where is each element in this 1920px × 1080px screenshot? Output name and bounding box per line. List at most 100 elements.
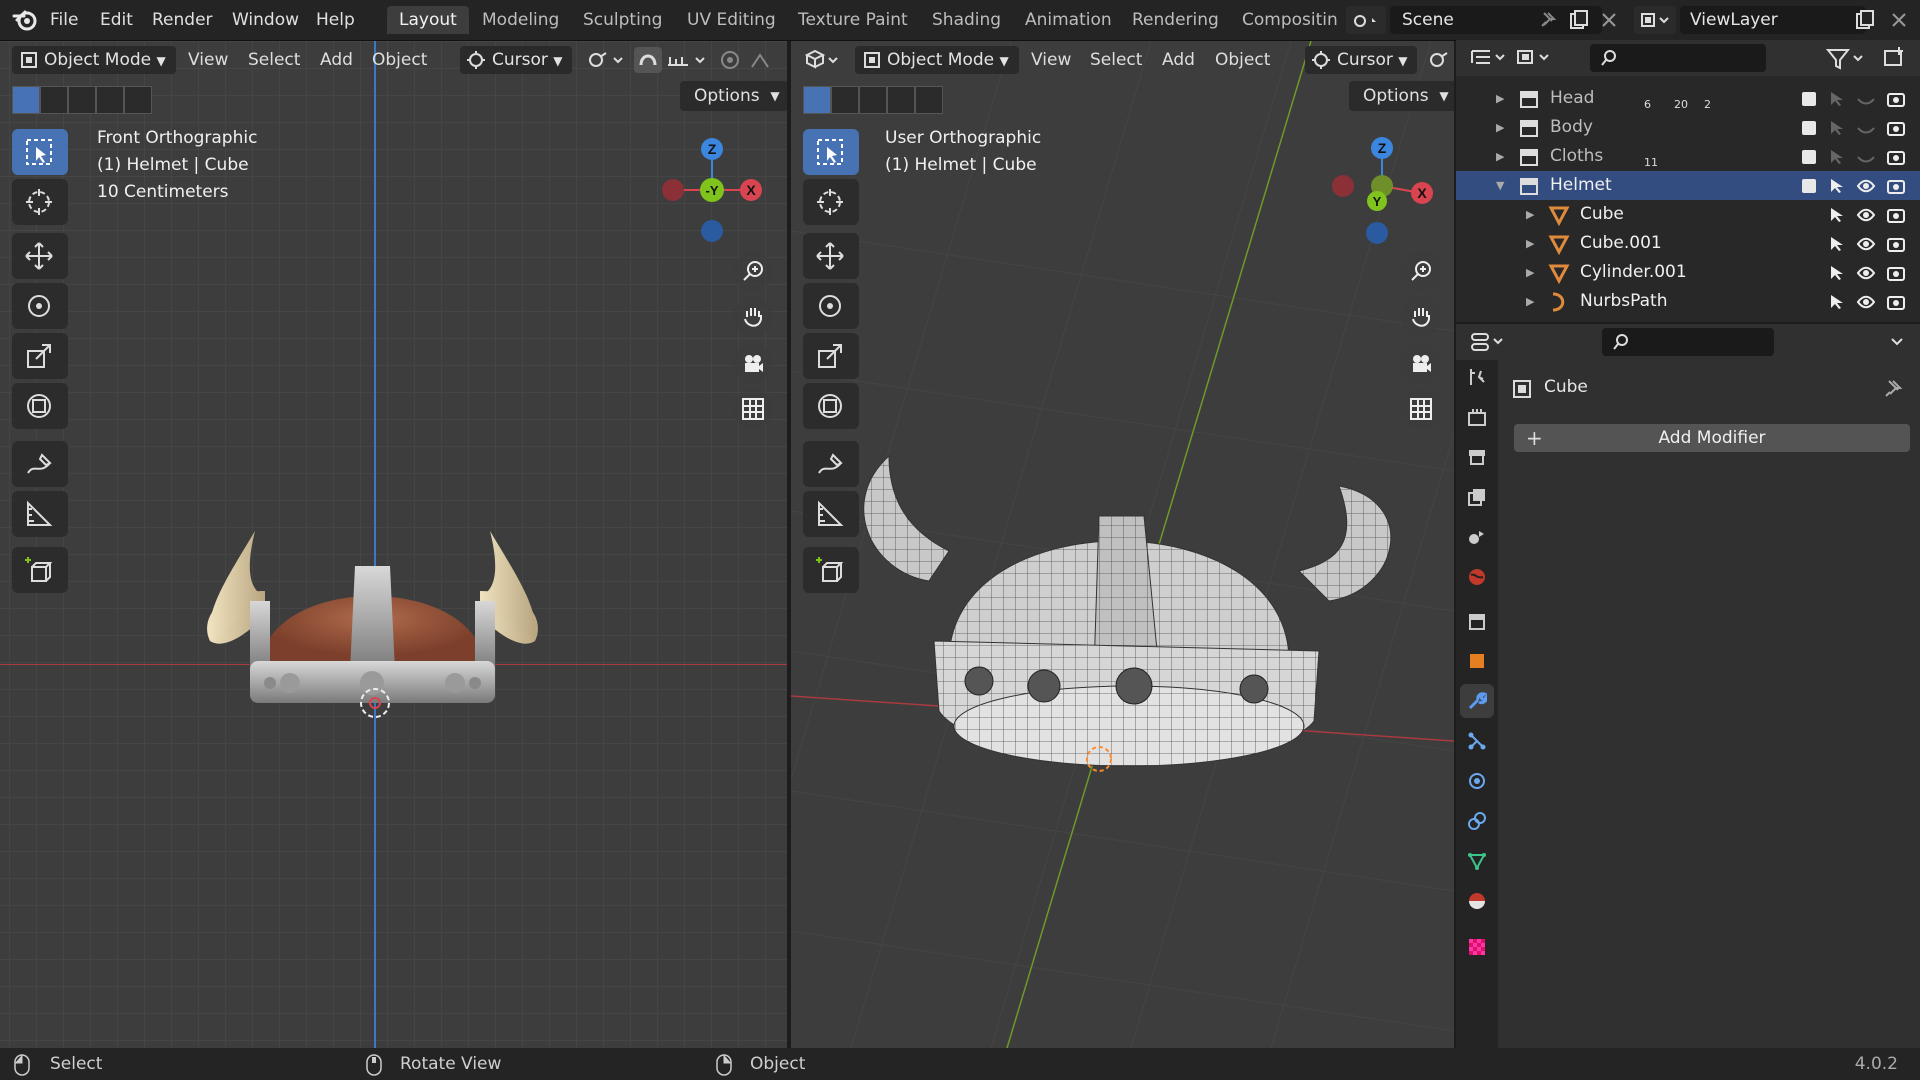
render-camera-icon[interactable]	[1886, 119, 1906, 137]
rotate-tool[interactable]	[12, 283, 68, 329]
visibility-eye-icon[interactable]	[1856, 235, 1876, 253]
expanded-triangle-icon[interactable]: ▼	[1496, 171, 1504, 200]
tab-modifiers[interactable]	[1460, 684, 1494, 718]
tab-view-layer[interactable]	[1460, 480, 1494, 514]
selectable-arrow-icon[interactable]	[1828, 90, 1846, 108]
render-camera-icon[interactable]	[1886, 264, 1906, 282]
gizmo-neg-z-handle[interactable]	[701, 220, 723, 242]
select-mode-difference-button[interactable]	[887, 86, 915, 114]
gizmo-neg-x-handle[interactable]	[662, 179, 684, 201]
add-cube-tool[interactable]	[803, 547, 859, 593]
perspective-toggle-button[interactable]	[733, 389, 773, 429]
tab-collection[interactable]	[1460, 604, 1494, 638]
selectable-arrow-icon[interactable]	[1828, 235, 1846, 253]
camera-view-button[interactable]	[1401, 343, 1441, 383]
new-viewlayer-icon[interactable]	[1854, 9, 1876, 31]
render-camera-icon[interactable]	[1886, 235, 1906, 253]
collapsed-triangle-icon[interactable]: ▶	[1496, 84, 1504, 113]
rotate-tool[interactable]	[803, 283, 859, 329]
select-mode-intersect-button[interactable]	[915, 86, 943, 114]
tab-rendering[interactable]: Rendering	[1120, 6, 1231, 34]
display-mode-icon[interactable]	[1516, 48, 1552, 68]
exclude-checkbox[interactable]	[1802, 121, 1816, 135]
selectable-arrow-icon[interactable]	[1828, 148, 1846, 166]
visibility-eye-icon[interactable]	[1856, 148, 1876, 166]
selectable-arrow-icon[interactable]	[1828, 293, 1846, 311]
render-camera-icon[interactable]	[1886, 90, 1906, 108]
proportional-edit-icon[interactable]	[718, 49, 778, 71]
helmet-wireframe-render[interactable]	[859, 441, 1399, 811]
collapsed-triangle-icon[interactable]: ▶	[1496, 142, 1504, 171]
camera-view-button[interactable]	[733, 343, 773, 383]
select-box-tool[interactable]	[12, 129, 68, 175]
select-mode-new-button[interactable]	[803, 86, 831, 114]
transform-orientation-icon[interactable]	[586, 49, 626, 71]
outliner-row[interactable]: ▼ Helmet	[1456, 171, 1920, 200]
menu-view[interactable]: View	[1031, 46, 1071, 74]
gizmo-neg-z-handle[interactable]	[1366, 222, 1388, 244]
cursor-tool[interactable]	[12, 179, 68, 225]
selectable-arrow-icon[interactable]	[1828, 206, 1846, 224]
menu-edit[interactable]: Edit	[100, 8, 133, 32]
scale-tool[interactable]	[12, 333, 68, 379]
tab-output[interactable]	[1460, 440, 1494, 474]
outliner-row[interactable]: ▶ Body	[1456, 113, 1920, 142]
tab-physics[interactable]	[1460, 764, 1494, 798]
tab-compositing[interactable]: Compositin	[1230, 6, 1354, 34]
tab-data[interactable]	[1460, 844, 1494, 878]
pin-icon[interactable]	[1882, 378, 1904, 400]
menu-add[interactable]: Add	[1162, 46, 1195, 74]
menu-object[interactable]: Object	[1215, 46, 1270, 74]
measure-tool[interactable]	[12, 491, 68, 537]
move-tool[interactable]	[803, 233, 859, 279]
transform-orientation-icon[interactable]	[1427, 49, 1451, 71]
filter-icon[interactable]	[1826, 48, 1866, 70]
scene-selector-button[interactable]	[1346, 6, 1386, 34]
viewport-user[interactable]: Object Mode ▼ View Select Add Object Cur…	[791, 41, 1454, 1048]
blender-logo-icon[interactable]	[12, 8, 38, 32]
menu-render[interactable]: Render	[152, 8, 213, 32]
selectable-arrow-icon[interactable]	[1828, 264, 1846, 282]
editor-type-icon[interactable]	[805, 49, 839, 71]
transform-tool[interactable]	[803, 383, 859, 429]
add-cube-tool[interactable]	[12, 547, 68, 593]
select-mode-subtract-button[interactable]	[859, 86, 887, 114]
pivot-dropdown[interactable]: Cursor ▼	[460, 46, 572, 74]
new-scene-icon[interactable]	[1568, 9, 1590, 31]
cursor-tool[interactable]	[803, 179, 859, 225]
properties-editor-icon[interactable]	[1470, 332, 1506, 352]
pin-icon[interactable]	[1538, 10, 1558, 30]
scale-tool[interactable]	[803, 333, 859, 379]
tab-constraints[interactable]	[1460, 804, 1494, 838]
exclude-checkbox[interactable]	[1802, 150, 1816, 164]
select-mode-intersect-button[interactable]	[124, 86, 152, 114]
outliner-row[interactable]: ▶ Cylinder.001	[1456, 258, 1920, 287]
move-tool[interactable]	[12, 233, 68, 279]
collapsed-triangle-icon[interactable]: ▶	[1526, 258, 1534, 287]
tab-particles[interactable]	[1460, 724, 1494, 758]
measure-tool[interactable]	[803, 491, 859, 537]
outliner-row[interactable]: ▶ Cube	[1456, 200, 1920, 229]
exclude-checkbox[interactable]	[1802, 179, 1816, 193]
viewport-front[interactable]: Object Mode ▼ View Select Add Object Cur…	[0, 41, 787, 1048]
perspective-toggle-button[interactable]	[1401, 389, 1441, 429]
tab-layout[interactable]: Layout	[387, 6, 469, 34]
tab-world[interactable]	[1460, 560, 1494, 594]
render-camera-icon[interactable]	[1886, 206, 1906, 224]
selectable-arrow-icon[interactable]	[1828, 177, 1846, 195]
select-mode-extend-button[interactable]	[831, 86, 859, 114]
visibility-eye-icon[interactable]	[1856, 119, 1876, 137]
menu-window[interactable]: Window	[232, 8, 299, 32]
menu-add[interactable]: Add	[320, 46, 353, 74]
exclude-checkbox[interactable]	[1802, 92, 1816, 106]
navigation-gizmo[interactable]: Z Y X	[1321, 131, 1441, 251]
annotate-tool[interactable]	[12, 441, 68, 487]
selectable-arrow-icon[interactable]	[1828, 119, 1846, 137]
delete-scene-icon[interactable]	[1600, 11, 1618, 29]
tab-material[interactable]	[1460, 884, 1494, 918]
gizmo-neg-x-handle[interactable]	[1332, 175, 1354, 197]
tab-texture[interactable]	[1460, 930, 1494, 964]
add-modifier-button[interactable]: + Add Modifier	[1514, 424, 1910, 452]
visibility-eye-icon[interactable]	[1856, 293, 1876, 311]
zoom-button[interactable]	[1401, 251, 1441, 291]
